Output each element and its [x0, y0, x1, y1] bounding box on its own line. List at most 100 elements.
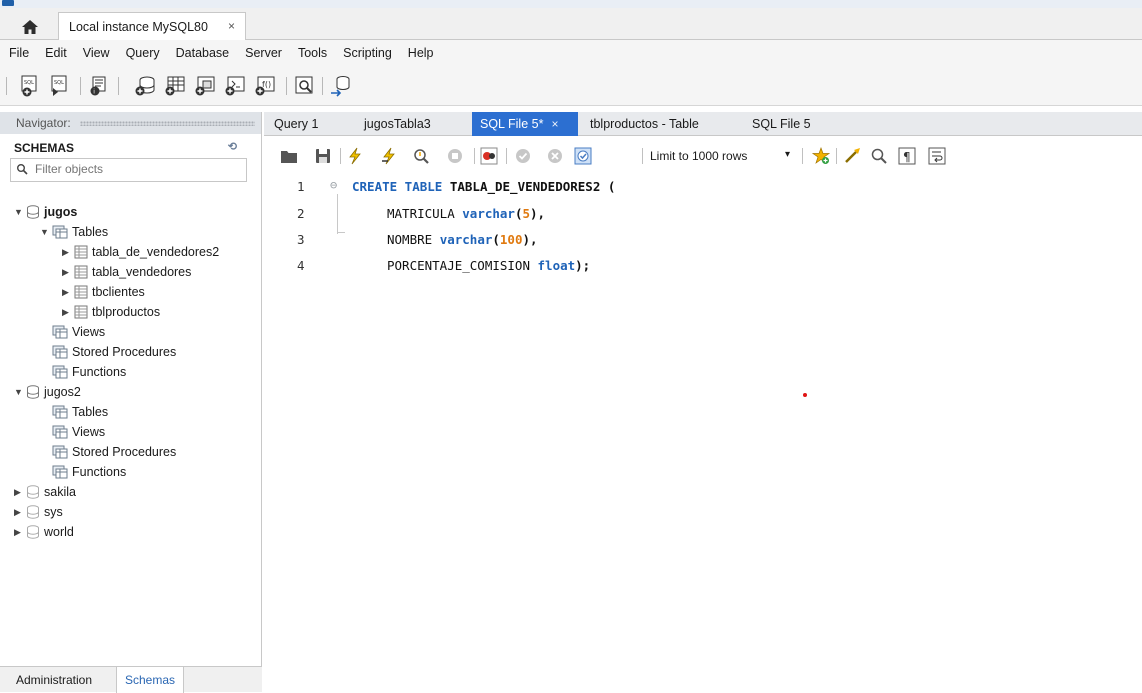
expand-arrow-icon[interactable]: ▶ [14, 527, 26, 538]
execute-icon[interactable] [346, 147, 364, 165]
fold-marker-icon[interactable]: ⊖ [330, 178, 337, 192]
tab-sql-file-5-modified[interactable]: SQL File 5* × [472, 112, 578, 136]
connection-tab-label: Local instance MySQL80 [69, 19, 208, 34]
expand-arrow-icon[interactable]: ▼ [40, 227, 52, 237]
close-icon[interactable]: × [551, 117, 558, 131]
open-file-icon[interactable] [280, 147, 298, 165]
filter-input[interactable] [35, 162, 235, 176]
folder-procedures-icon [52, 345, 68, 359]
home-button[interactable] [8, 14, 52, 40]
search-table-data-icon[interactable] [294, 75, 316, 97]
filter-box[interactable] [10, 158, 247, 182]
paren: ( [492, 232, 500, 247]
autocommit-toggle-icon[interactable] [574, 147, 592, 165]
number: 5 [522, 206, 531, 221]
new-sql-tab-icon[interactable]: SQL [20, 75, 42, 97]
menu-help[interactable]: Help [399, 46, 441, 60]
tree-item-sys[interactable]: ▶ sys [14, 502, 63, 522]
toggle-error-stop-icon[interactable] [480, 147, 498, 165]
expand-arrow-icon[interactable]: ▶ [62, 247, 74, 258]
expand-arrow-icon[interactable]: ▶ [62, 307, 74, 318]
column-name: MATRICULA [387, 206, 463, 221]
tree-item-table[interactable]: ▶ tblproductos [62, 302, 160, 322]
refresh-icon[interactable]: ⟲ [228, 140, 237, 153]
add-snippet-icon[interactable] [812, 147, 830, 165]
svg-text:SQL: SQL [24, 80, 34, 86]
tree-item-table[interactable]: ▶ tabla_de_vendedores2 [62, 242, 219, 262]
menu-scripting[interactable]: Scripting [334, 46, 399, 60]
commit-icon[interactable] [514, 147, 532, 165]
invisible-chars-icon[interactable]: ¶ [898, 147, 916, 165]
table-icon [74, 245, 88, 259]
create-view-icon[interactable] [194, 75, 216, 97]
sql-editor[interactable]: 1 2 3 4 ⊖ CREATE TABLE TABLA_DE_VENDEDOR… [264, 174, 1142, 692]
menu-query[interactable]: Query [117, 46, 167, 60]
open-sql-script-icon[interactable]: SQL [50, 75, 72, 97]
expand-arrow-icon[interactable]: ▼ [14, 207, 26, 217]
tree-item-table[interactable]: ▶ tabla_vendedores [62, 262, 191, 282]
connection-tab[interactable]: Local instance MySQL80 × [58, 12, 246, 40]
menu-database[interactable]: Database [167, 46, 237, 60]
tree-item-world[interactable]: ▶ world [14, 522, 74, 542]
navigator-title: Navigator: [16, 116, 71, 130]
tree-item-table[interactable]: ▶ tbclientes [62, 282, 145, 302]
menu-server[interactable]: Server [236, 46, 289, 60]
database-icon [26, 485, 40, 499]
tree-item-tables[interactable]: Tables [52, 402, 108, 422]
table-icon [74, 305, 88, 319]
inspector-icon[interactable]: i [88, 75, 110, 97]
explain-icon[interactable] [412, 147, 430, 165]
menu-tools[interactable]: Tools [289, 46, 334, 60]
menu-file[interactable]: File [0, 46, 36, 60]
close-icon[interactable]: × [228, 19, 235, 33]
word-wrap-icon[interactable] [928, 147, 946, 165]
create-table-icon[interactable] [164, 75, 186, 97]
connection-tab-bar: Local instance MySQL80 × [0, 8, 1142, 40]
line-number: 2 [297, 206, 305, 221]
tab-query-1[interactable]: Query 1 [274, 112, 318, 136]
tab-schemas[interactable]: Schemas [116, 667, 185, 693]
tree-item-jugos[interactable]: ▼ jugos [14, 202, 77, 222]
tree-item-stored-procedures[interactable]: Stored Procedures [52, 342, 176, 362]
expand-arrow-icon[interactable]: ▼ [14, 387, 26, 397]
execute-current-icon[interactable] [380, 147, 398, 165]
tab-sql-file-5[interactable]: SQL File 5 [752, 112, 811, 136]
tree-label: Functions [72, 365, 127, 379]
tree-item-stored-procedures[interactable]: Stored Procedures [52, 442, 176, 462]
table-icon [74, 265, 88, 279]
expand-arrow-icon[interactable]: ▶ [62, 287, 74, 298]
tab-jugostabla3[interactable]: jugosTabla3 [364, 112, 431, 136]
tree-item-sakila[interactable]: ▶ sakila [14, 482, 76, 502]
tree-item-tables[interactable]: ▼ Tables [40, 222, 108, 242]
folder-views-icon [52, 325, 68, 339]
save-icon[interactable] [314, 147, 332, 165]
beautify-icon[interactable] [844, 147, 862, 165]
tree-item-functions[interactable]: Functions [52, 462, 126, 482]
tree-label: tbclientes [92, 285, 145, 299]
reconnect-icon[interactable] [330, 75, 352, 97]
create-procedure-icon[interactable] [224, 75, 246, 97]
rollback-icon[interactable] [546, 147, 564, 165]
tab-administration[interactable]: Administration [8, 667, 100, 693]
tree-item-views[interactable]: Views [52, 422, 105, 442]
find-icon[interactable] [870, 147, 888, 165]
stop-icon[interactable] [446, 147, 464, 165]
tree-item-jugos2[interactable]: ▼ jugos2 [14, 382, 81, 402]
limit-rows-select[interactable]: Limit to 1000 rows [650, 149, 747, 163]
tree-item-functions[interactable]: Functions [52, 362, 126, 382]
expand-arrow-icon[interactable]: ▶ [14, 487, 26, 498]
tree-item-views[interactable]: Views [52, 322, 105, 342]
toolbar-separator [6, 77, 7, 95]
code-line-4: PORCENTAJE_COMISION float); [387, 258, 590, 273]
expand-arrow-icon[interactable]: ▶ [62, 267, 74, 278]
tab-tblproductos-table[interactable]: tblproductos - Table [590, 112, 699, 136]
navigator-panel: Navigator: SCHEMAS ⟲ ▼ jugos ▼ Tables ▶ … [0, 112, 262, 693]
menu-edit[interactable]: Edit [36, 46, 74, 60]
type-keyword: varchar [439, 232, 493, 247]
chevron-down-icon[interactable]: ▾ [785, 149, 790, 160]
menu-view[interactable]: View [74, 46, 117, 60]
folder-functions-icon [52, 465, 68, 479]
create-schema-icon[interactable] [134, 75, 156, 97]
create-function-icon[interactable]: f() [254, 75, 276, 97]
expand-arrow-icon[interactable]: ▶ [14, 507, 26, 518]
